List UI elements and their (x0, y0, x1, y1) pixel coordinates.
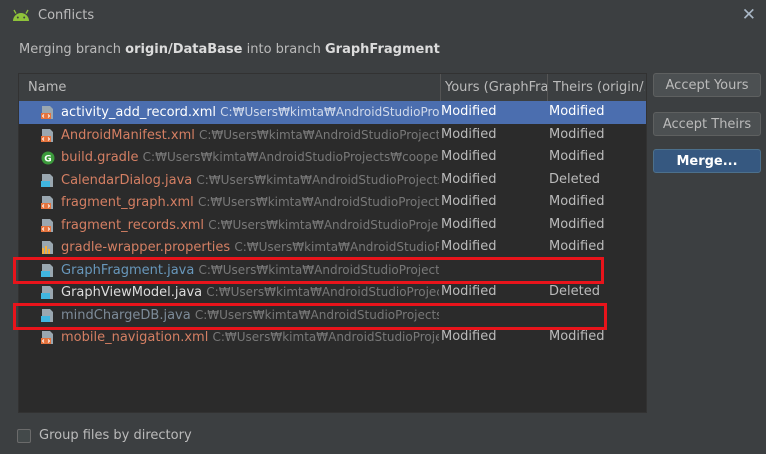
file-label: CalendarDialog.java C:₩Users₩kimta₩Andro… (61, 169, 439, 192)
theirs-status: Deleted (549, 171, 600, 187)
file-name: build.gradle (61, 150, 139, 165)
file-name: GraphViewModel.java (61, 285, 203, 300)
theirs-status: Modified (549, 126, 605, 142)
yours-status: Modified (441, 239, 497, 254)
file-name: gradle-wrapper.properties (61, 240, 231, 255)
merge-description: Merging branch origin/DataBase into bran… (19, 42, 440, 57)
file-label: GraphViewModel.java C:₩Users₩kimta₩Andro… (61, 281, 439, 304)
source-branch: origin/DataBase (125, 42, 243, 57)
yours-status: Modified (441, 171, 497, 187)
column-header-name[interactable]: Name (28, 74, 428, 101)
theirs-status: Modified (549, 149, 605, 164)
file-name: activity_add_record.xml (61, 105, 217, 120)
close-icon[interactable]: ✕ (742, 5, 756, 25)
file-name: mobile_navigation.xml (61, 330, 209, 345)
file-label: fragment_records.xml C:₩Users₩kimta₩Andr… (61, 214, 439, 237)
file-path: C:₩Users₩kimta₩AndroidStudioProjects₩ (220, 105, 439, 119)
table-row[interactable]: activity_add_record.xml C:₩Users₩kimta₩A… (19, 101, 646, 124)
file-path: C:₩Users₩kimta₩AndroidStudioProjects₩coo… (142, 150, 439, 164)
file-path: C:₩Users₩kimta₩AndroidStudioProje (234, 240, 439, 254)
column-header-theirs[interactable]: Theirs (origin/... (553, 74, 645, 101)
file-path: C:₩Users₩kimta₩AndroidStudioProjects₩c (198, 127, 439, 142)
file-name-cell: fragment_records.xml C:₩Users₩kimta₩Andr… (41, 214, 439, 237)
file-path: C:₩Users₩kimta₩AndroidStudioProjects₩ (206, 285, 439, 299)
theirs-status: Modified (549, 216, 605, 232)
table-header: Name Yours (GraphFra... Theirs (origin/.… (19, 74, 646, 102)
file-name-cell: GraphViewModel.java C:₩Users₩kimta₩Andro… (41, 281, 439, 304)
yours-status: Modified (441, 149, 497, 164)
table-row[interactable]: AndroidManifest.xml C:₩Users₩kimta₩Andro… (19, 124, 646, 147)
conflicts-table[interactable]: Name Yours (GraphFra... Theirs (origin/.… (18, 73, 647, 413)
file-name-cell: CalendarDialog.java C:₩Users₩kimta₩Andro… (41, 169, 439, 192)
file-name-cell: activity_add_record.xml C:₩Users₩kimta₩A… (41, 101, 439, 124)
file-name: fragment_records.xml (61, 217, 205, 233)
window-title: Conflicts (38, 8, 95, 23)
theirs-status: Modified (549, 104, 605, 119)
file-name-cell: gradle-wrapper.properties C:₩Users₩kimta… (41, 236, 439, 259)
file-label: activity_add_record.xml C:₩Users₩kimta₩A… (61, 101, 439, 124)
file-name: CalendarDialog.java (61, 172, 193, 188)
file-label: AndroidManifest.xml C:₩Users₩kimta₩Andro… (61, 124, 439, 147)
theirs-status: Modified (549, 239, 605, 254)
file-path: C:₩Users₩kimta₩AndroidStudioProjects₩ (212, 330, 439, 344)
group-by-directory-checkbox[interactable] (17, 429, 31, 443)
table-row[interactable]: CalendarDialog.java C:₩Users₩kimta₩Andro… (19, 169, 646, 192)
yours-status: Modified (441, 126, 497, 142)
group-by-directory-label: Group files by directory (39, 428, 192, 443)
table-row[interactable]: Gbuild.gradle C:₩Users₩kimta₩AndroidStud… (19, 146, 646, 169)
file-name-cell: fragment_graph.xml C:₩Users₩kimta₩Androi… (41, 191, 439, 214)
file-path: C:₩Users₩kimta₩AndroidStudioProjects₩cc (196, 172, 439, 187)
file-name-cell: AndroidManifest.xml C:₩Users₩kimta₩Andro… (41, 124, 439, 147)
yours-status: Modified (441, 216, 497, 232)
merge-button[interactable]: Merge... (653, 149, 761, 173)
yours-status: Modified (441, 104, 497, 119)
file-name-cell: Gbuild.gradle C:₩Users₩kimta₩AndroidStud… (41, 146, 439, 169)
file-label: build.gradle C:₩Users₩kimta₩AndroidStudi… (61, 146, 439, 169)
theirs-status: Modified (549, 194, 605, 209)
svg-text:G: G (44, 155, 51, 165)
yours-status: Modified (441, 194, 497, 209)
subtitle-middle: into branch (242, 42, 325, 57)
title-bar: Conflicts ✕ (0, 0, 766, 32)
file-label: fragment_graph.xml C:₩Users₩kimta₩Androi… (61, 191, 439, 214)
file-path: C:₩Users₩kimta₩AndroidStudioProjects₩c (197, 195, 439, 209)
highlight-box (13, 257, 604, 284)
table-row[interactable]: fragment_graph.xml C:₩Users₩kimta₩Androi… (19, 191, 646, 214)
theirs-status: Deleted (549, 284, 600, 299)
table-row[interactable]: fragment_records.xml C:₩Users₩kimta₩Andr… (19, 214, 646, 237)
file-label: gradle-wrapper.properties C:₩Users₩kimta… (61, 236, 439, 259)
yours-status: Modified (441, 284, 497, 299)
highlight-box (13, 303, 607, 330)
file-path: C:₩Users₩kimta₩AndroidStudioProjects₩c (208, 217, 439, 232)
file-name: AndroidManifest.xml (61, 127, 195, 143)
subtitle-prefix: Merging branch (19, 42, 126, 57)
table-row[interactable]: gradle-wrapper.properties C:₩Users₩kimta… (19, 236, 646, 259)
accept-theirs-button[interactable]: Accept Theirs (653, 112, 761, 136)
file-name: fragment_graph.xml (61, 195, 194, 210)
target-branch: GraphFragment (325, 42, 440, 57)
android-icon (13, 9, 29, 21)
table-row[interactable]: GraphViewModel.java C:₩Users₩kimta₩Andro… (19, 281, 646, 304)
accept-yours-button[interactable]: Accept Yours (653, 73, 761, 97)
column-header-yours[interactable]: Yours (GraphFra... (445, 74, 547, 101)
